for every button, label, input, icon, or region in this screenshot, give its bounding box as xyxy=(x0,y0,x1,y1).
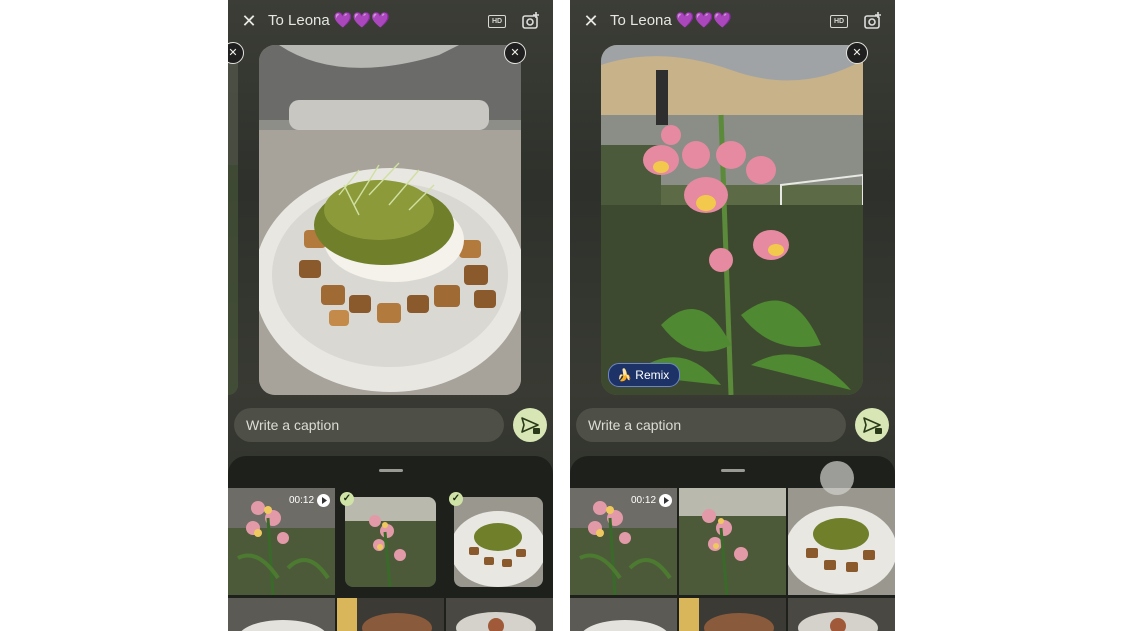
fast-scroll-thumb[interactable] xyxy=(820,461,854,495)
top-bar: ✕ To Leona 💜💜💜 HD xyxy=(228,0,553,44)
screen-right: ✕ To Leona 💜💜💜 HD 🍌 Remix ✕ Write a capt… xyxy=(570,0,895,631)
hd-icon[interactable]: HD xyxy=(488,15,506,28)
send-button[interactable] xyxy=(513,408,547,442)
caption-input[interactable]: Write a caption xyxy=(576,408,846,442)
media-grid: 00:12 ✓ ✓ xyxy=(228,488,553,631)
photo-thumbnail[interactable] xyxy=(788,488,895,595)
photo-preview-food xyxy=(259,45,521,395)
remove-photo-icon[interactable]: ✕ xyxy=(504,42,526,64)
close-icon[interactable]: ✕ xyxy=(238,10,260,32)
photo-thumbnail-selected[interactable] xyxy=(345,497,436,587)
video-duration: 00:12 xyxy=(289,495,315,506)
play-icon xyxy=(659,494,672,507)
food-photo xyxy=(259,45,521,395)
flower-thumb xyxy=(679,488,786,595)
top-bar: ✕ To Leona 💜💜💜 HD xyxy=(570,0,895,44)
remix-chip[interactable]: 🍌 Remix xyxy=(608,363,681,387)
photo-thumbnail[interactable] xyxy=(337,598,444,631)
add-camera-icon[interactable] xyxy=(863,11,883,31)
photo-thumbnail[interactable] xyxy=(788,598,895,631)
photo-thumbnail[interactable] xyxy=(679,488,786,595)
play-icon xyxy=(317,494,330,507)
sheet-drag-handle[interactable] xyxy=(379,469,403,472)
caption-input[interactable]: Write a caption xyxy=(234,408,504,442)
send-icon xyxy=(521,417,540,434)
remove-previous-icon[interactable]: ✕ xyxy=(228,42,244,64)
video-thumbnail[interactable]: 00:12 xyxy=(570,488,677,595)
selected-check-icon: ✓ xyxy=(340,492,354,506)
photo-thumbnail[interactable] xyxy=(570,598,677,631)
photo-preview-flower: 🍌 Remix xyxy=(601,45,863,395)
close-icon[interactable]: ✕ xyxy=(580,10,602,32)
photo-thumbnail[interactable] xyxy=(679,598,786,631)
video-duration: 00:12 xyxy=(631,495,657,506)
selected-check-icon: ✓ xyxy=(449,492,463,506)
sheet-drag-handle[interactable] xyxy=(721,469,745,472)
send-button[interactable] xyxy=(855,408,889,442)
previous-photo-peek[interactable] xyxy=(228,45,238,395)
flower-photo xyxy=(601,45,863,395)
screen-left: ✕ To Leona 💜💜💜 HD ✕ ✕ Write a caption 00… xyxy=(228,0,553,631)
remove-photo-icon[interactable]: ✕ xyxy=(846,42,868,64)
photo-thumbnail-selected[interactable] xyxy=(454,497,543,587)
send-icon xyxy=(863,417,882,434)
banana-icon: 🍌 xyxy=(617,368,632,382)
hd-icon[interactable]: HD xyxy=(830,15,848,28)
recipient-title: To Leona 💜💜💜 xyxy=(610,12,732,29)
remix-label: Remix xyxy=(635,368,670,382)
flower-thumb xyxy=(345,497,436,587)
photo-thumbnail[interactable] xyxy=(446,598,553,631)
add-camera-icon[interactable] xyxy=(521,11,541,31)
media-grid: 00:12 xyxy=(570,488,895,631)
photo-thumbnail[interactable] xyxy=(228,598,335,631)
food-thumb xyxy=(788,488,895,595)
video-thumbnail[interactable]: 00:12 xyxy=(228,488,335,595)
recipient-title: To Leona 💜💜💜 xyxy=(268,12,390,29)
food-thumb xyxy=(454,497,543,587)
